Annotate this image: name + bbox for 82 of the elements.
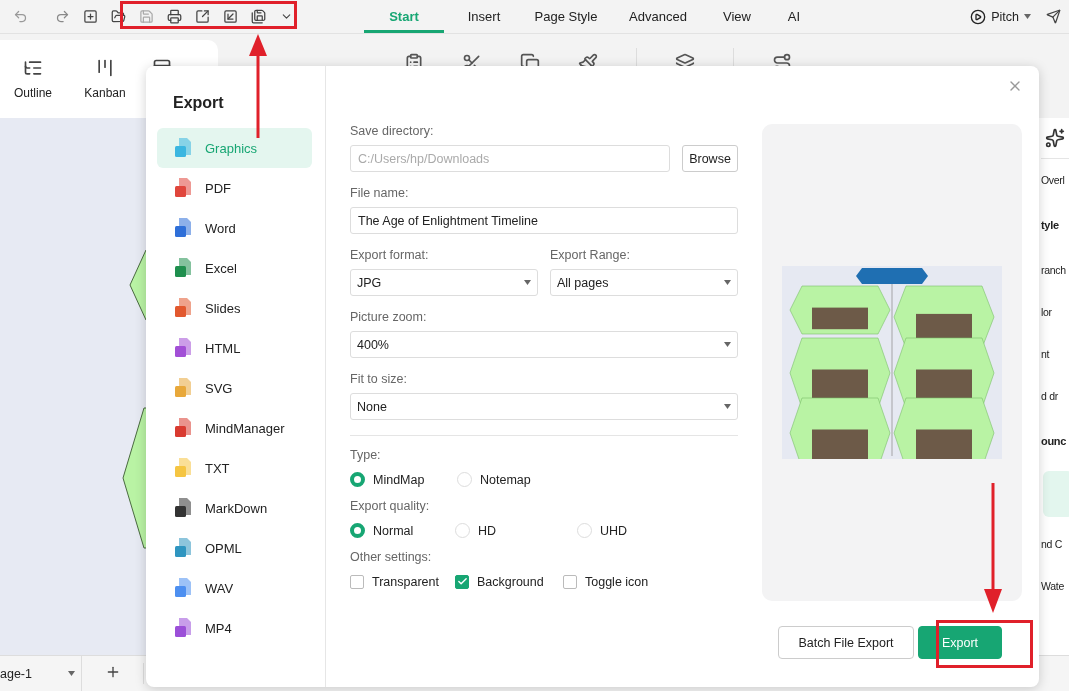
panel-label: nt xyxy=(1041,347,1051,362)
file-format-icon xyxy=(175,378,191,398)
panel-label: d dr xyxy=(1041,389,1059,404)
file-format-icon xyxy=(175,618,191,638)
format-item[interactable]: SVG xyxy=(157,368,312,408)
kanban-icon xyxy=(95,58,115,78)
format-item[interactable]: OPML xyxy=(157,528,312,568)
file-format-icon xyxy=(175,298,191,318)
menu-tab[interactable]: View xyxy=(708,0,766,33)
dropdown[interactable]: None xyxy=(350,393,738,420)
batch-export-button[interactable]: Batch File Export xyxy=(778,626,914,659)
dropdown[interactable]: JPG xyxy=(350,269,538,296)
format-item[interactable]: HTML xyxy=(157,328,312,368)
panel-label: tyle xyxy=(1041,218,1060,233)
menu-tab[interactable]: Insert xyxy=(444,0,524,33)
view-button[interactable]: Outline xyxy=(8,58,58,100)
checkbox-option[interactable]: Transparent xyxy=(350,574,455,589)
radio-option[interactable]: HD xyxy=(455,523,577,539)
file-format-icon xyxy=(175,498,191,518)
dropdown[interactable]: All pages xyxy=(550,269,738,296)
field-label: Save directory: xyxy=(350,124,435,140)
panel-label: Wate xyxy=(1041,579,1065,594)
panel-label: ranch xyxy=(1041,263,1067,278)
file-format-icon xyxy=(175,178,191,198)
field-label: Type: xyxy=(350,448,382,463)
field-label: Fit to size: xyxy=(350,372,408,388)
menu-tab[interactable]: Advanced xyxy=(608,0,708,33)
format-item[interactable]: MP4 xyxy=(157,608,312,648)
format-item[interactable]: MindManager xyxy=(157,408,312,448)
checkbox-option[interactable]: Toggle icon xyxy=(563,574,673,589)
radio-option[interactable]: MindMap xyxy=(350,472,457,488)
format-item[interactable]: PDF xyxy=(157,168,312,208)
field-label: File name: xyxy=(350,186,410,202)
page-dropdown[interactable]: age-1 xyxy=(0,656,82,691)
panel-label: Overl xyxy=(1041,173,1066,188)
format-item[interactable]: WAV xyxy=(157,568,312,608)
field-label: Export format: xyxy=(350,248,430,264)
format-item[interactable]: Slides xyxy=(157,288,312,328)
field-label: Export quality: xyxy=(350,499,431,514)
menu-tab[interactable]: Page Style xyxy=(524,0,608,33)
file-format-icon xyxy=(175,578,191,598)
radio-option[interactable]: Normal xyxy=(350,523,455,539)
dialog-title: Export xyxy=(173,94,225,113)
checkbox[interactable] xyxy=(455,574,469,589)
panel-label: nd C xyxy=(1041,537,1063,552)
file-format-icon xyxy=(175,418,191,438)
checkbox[interactable] xyxy=(563,574,577,589)
file-format-icon xyxy=(175,258,191,278)
caret-icon xyxy=(724,342,731,347)
caret-icon xyxy=(68,671,75,676)
panel-label: ounc xyxy=(1041,434,1068,449)
pitch-button[interactable]: Pitch xyxy=(964,7,1037,26)
radio-option[interactable]: UHD xyxy=(577,523,697,539)
file-format-icon xyxy=(175,138,191,158)
format-item[interactable]: Word xyxy=(157,208,312,248)
radio-button[interactable] xyxy=(350,523,365,539)
radio-button[interactable] xyxy=(350,472,365,488)
format-item[interactable]: MarkDown xyxy=(157,488,312,528)
caret-icon xyxy=(524,280,531,285)
format-item[interactable]: TXT xyxy=(157,448,312,488)
panel-label: lor xyxy=(1041,305,1053,320)
field-label: Picture zoom: xyxy=(350,310,428,326)
play-icon xyxy=(970,8,987,25)
radio-option[interactable]: Notemap xyxy=(457,472,577,488)
outline-icon xyxy=(23,58,43,78)
checkbox-option[interactable]: Background xyxy=(455,574,563,589)
file-format-icon xyxy=(175,458,191,478)
sparkles-icon[interactable] xyxy=(1045,128,1065,148)
text-field[interactable]: The Age of Enlightment Timeline xyxy=(350,207,738,234)
checkbox[interactable] xyxy=(350,574,364,589)
caret-icon xyxy=(1024,14,1031,19)
file-format-icon xyxy=(175,218,191,238)
dropdown[interactable]: 400% xyxy=(350,331,738,358)
caret-icon xyxy=(724,280,731,285)
view-button[interactable]: Kanban xyxy=(80,58,130,100)
menu-tab[interactable]: AI xyxy=(766,0,822,33)
field-label: Other settings: xyxy=(350,550,433,565)
file-format-icon xyxy=(175,338,191,358)
field-label: Export Range: xyxy=(550,248,631,264)
caret-icon xyxy=(724,404,731,409)
format-item[interactable]: Excel xyxy=(157,248,312,288)
file-format-icon xyxy=(175,538,191,558)
